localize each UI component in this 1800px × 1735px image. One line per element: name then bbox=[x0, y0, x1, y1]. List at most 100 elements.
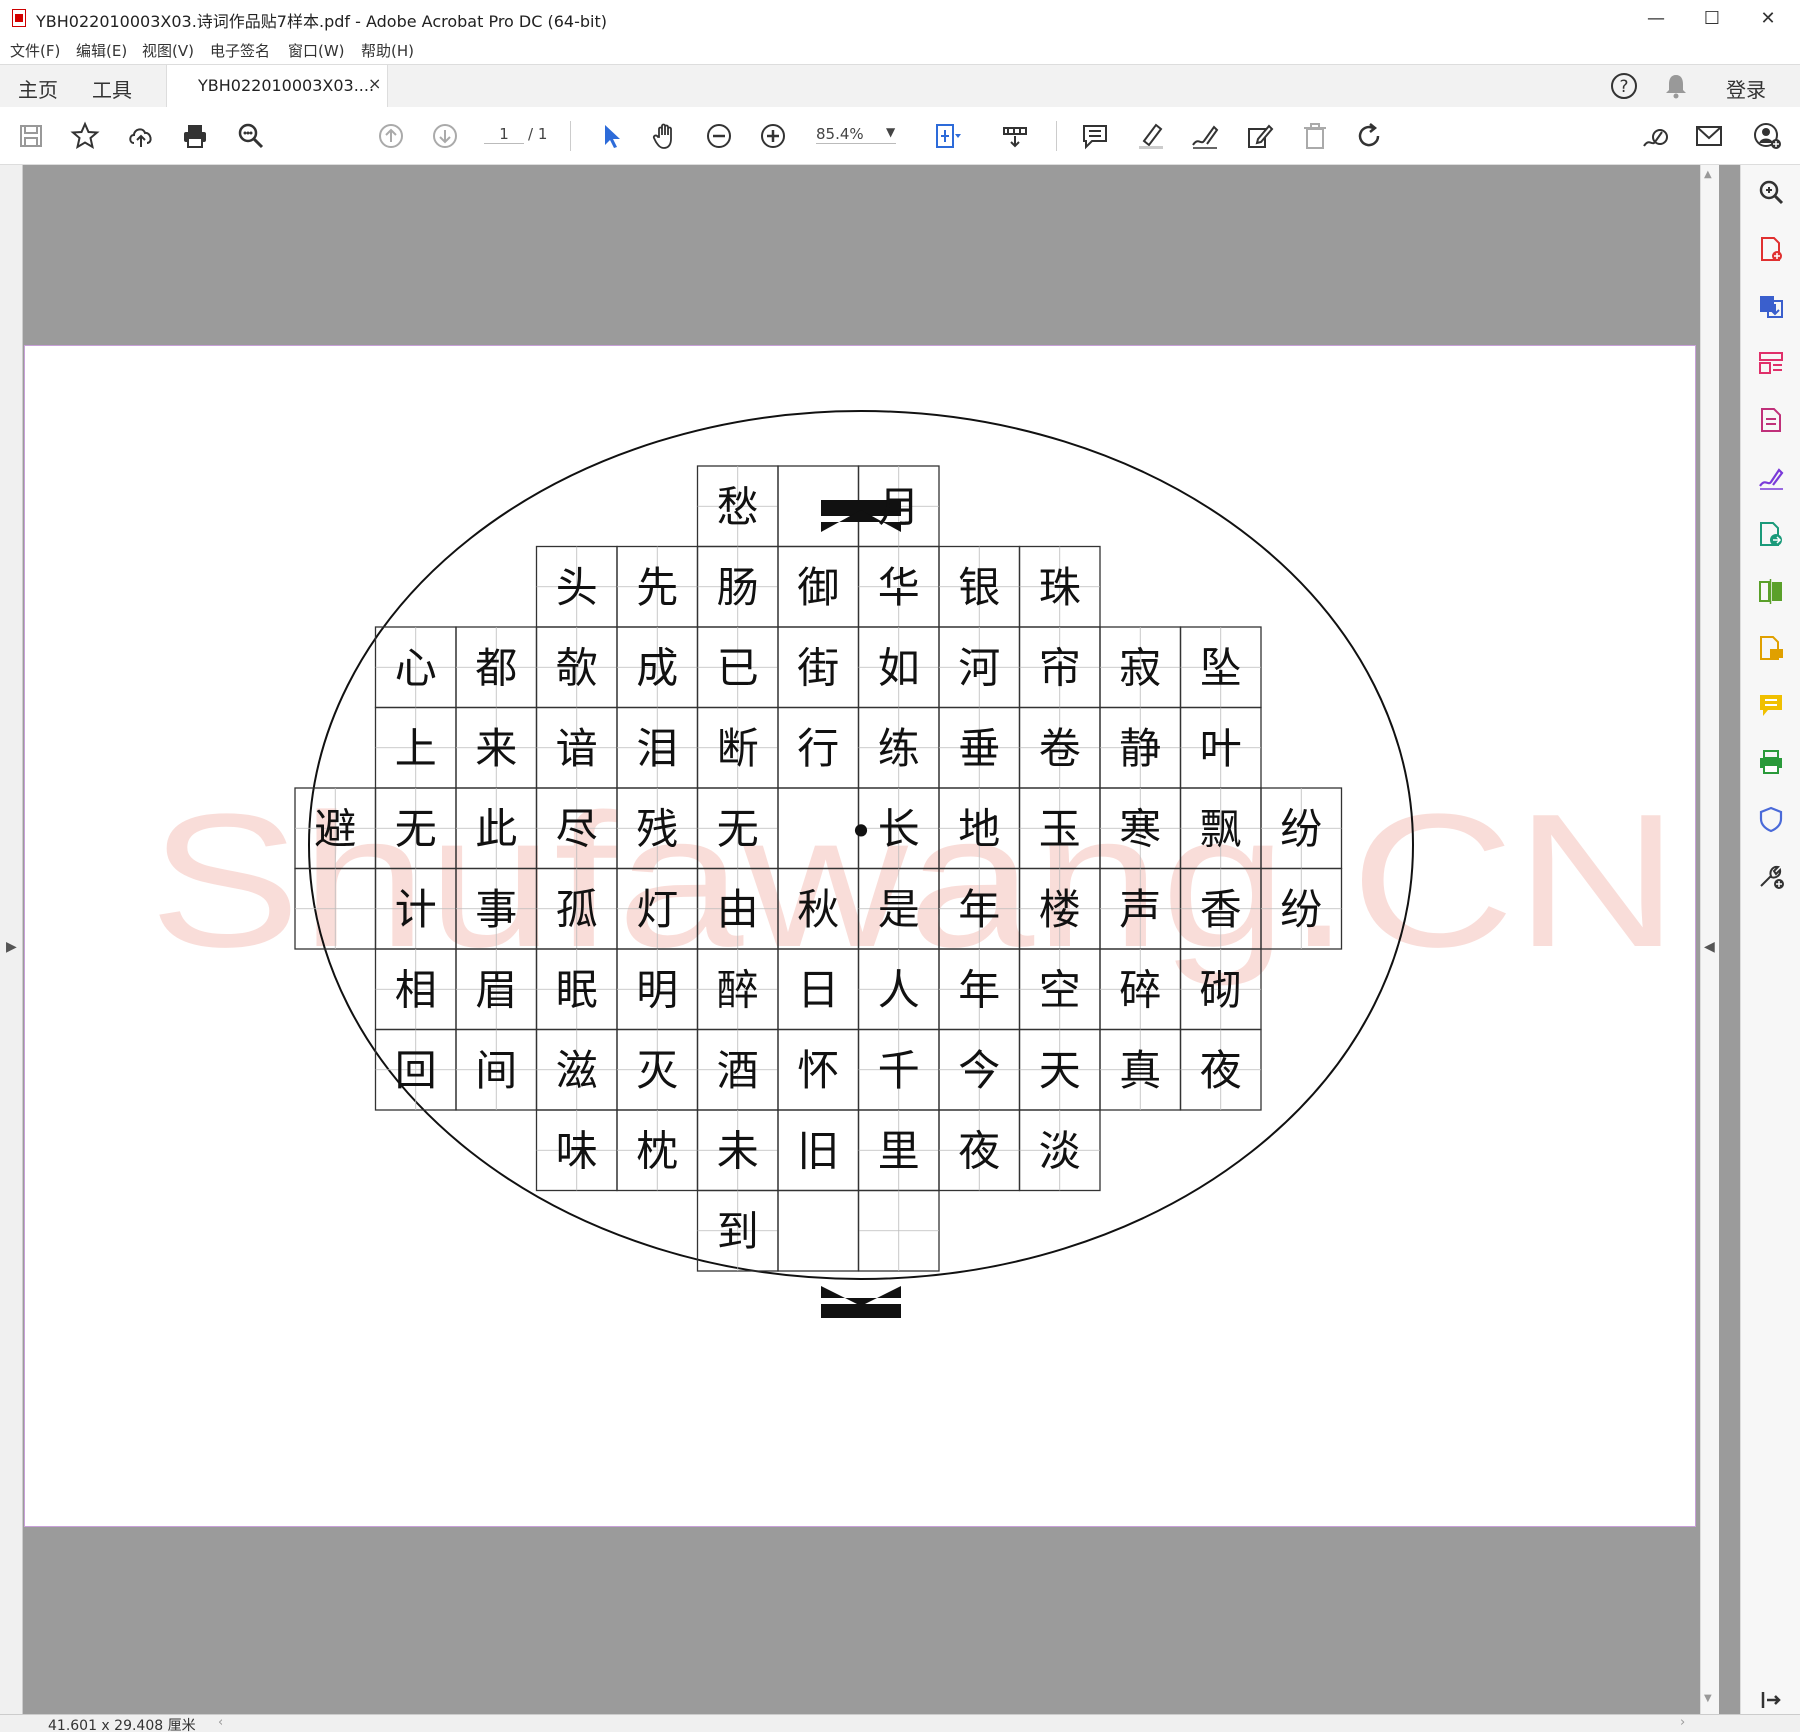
menu-bar: 文件(F) 编辑(E) 视图(V) 电子签名 窗口(W) 帮助(H) bbox=[0, 36, 1800, 64]
poem-character: 坠 bbox=[1200, 643, 1242, 692]
sign-icon[interactable] bbox=[1188, 119, 1222, 153]
chevron-down-icon[interactable]: ▼ bbox=[886, 125, 895, 139]
poem-character: 无 bbox=[717, 804, 759, 853]
close-window-button[interactable]: ✕ bbox=[1740, 0, 1796, 36]
menu-esign[interactable]: 电子签名 bbox=[210, 40, 270, 61]
tab-home[interactable]: 主页 bbox=[18, 74, 58, 103]
minimize-button[interactable]: — bbox=[1628, 0, 1684, 36]
tab-bar: 主页 工具 YBH022010003X03.... × ? 登录 bbox=[0, 64, 1800, 108]
poem-character: 年 bbox=[958, 885, 1000, 934]
export-pdf-icon[interactable] bbox=[1755, 233, 1787, 265]
protect-icon[interactable] bbox=[1755, 803, 1787, 835]
right-tools-panel bbox=[1740, 165, 1800, 1731]
poem-character: 间 bbox=[475, 1046, 517, 1095]
left-panel-strip: ▶ bbox=[0, 165, 23, 1714]
poem-character: 尽 bbox=[556, 804, 598, 853]
zoom-in-icon[interactable] bbox=[756, 119, 790, 153]
organize-icon[interactable] bbox=[1755, 404, 1787, 436]
toolbar-divider bbox=[570, 121, 571, 151]
banner-cap-cell bbox=[777, 1189, 860, 1272]
poem-character: 银 bbox=[958, 563, 1000, 612]
fill-sign-icon[interactable] bbox=[1755, 461, 1787, 493]
poem-character: 无 bbox=[395, 804, 437, 853]
search-panel-icon[interactable] bbox=[1755, 176, 1787, 208]
poem-character: 味 bbox=[556, 1126, 598, 1175]
menu-window[interactable]: 窗口(W) bbox=[288, 40, 345, 61]
menu-file[interactable]: 文件(F) bbox=[10, 40, 60, 61]
poem-character: 此 bbox=[475, 804, 517, 853]
zoom-out-icon[interactable] bbox=[702, 119, 736, 153]
tab-tools[interactable]: 工具 bbox=[92, 74, 132, 103]
document-tab-label: YBH022010003X03.... bbox=[198, 76, 375, 95]
maximize-button[interactable]: ☐ bbox=[1684, 0, 1740, 36]
poem-character: 肠 bbox=[717, 563, 759, 612]
fit-page-icon[interactable] bbox=[930, 119, 964, 153]
close-tab-button[interactable]: × bbox=[368, 74, 381, 93]
poem-character: 来 bbox=[475, 724, 517, 773]
menu-edit[interactable]: 编辑(E) bbox=[76, 40, 127, 61]
rotate-icon[interactable] bbox=[1352, 119, 1386, 153]
combine-icon[interactable] bbox=[1755, 518, 1787, 550]
page-number-input[interactable]: 1 bbox=[484, 125, 524, 144]
menu-help[interactable]: 帮助(H) bbox=[361, 40, 414, 61]
page-down-icon[interactable] bbox=[428, 119, 462, 153]
scroll-right-icon[interactable]: › bbox=[1680, 1715, 1685, 1730]
poem-character: 计 bbox=[395, 885, 437, 934]
cloud-upload-icon[interactable] bbox=[124, 119, 158, 153]
edit-stamp-icon[interactable] bbox=[1242, 119, 1276, 153]
create-pdf-icon[interactable] bbox=[1755, 290, 1787, 322]
poem-character: 帘 bbox=[1039, 643, 1081, 692]
poem-character: 淡 bbox=[1039, 1126, 1081, 1175]
poem-layout: Shufawang.CN 避心上无计相回都来此事眉间头欹谙尽孤眠滋味先成泪残灯明… bbox=[149, 410, 1679, 1318]
poem-character: 成 bbox=[636, 643, 678, 692]
poem-character: 真 bbox=[1119, 1046, 1161, 1095]
poem-character: 砌 bbox=[1200, 965, 1242, 1014]
share-link-icon[interactable] bbox=[1638, 119, 1672, 153]
export-icon[interactable] bbox=[1755, 632, 1787, 664]
save-icon[interactable] bbox=[14, 119, 48, 153]
scroll-left-icon[interactable]: ‹ bbox=[218, 1715, 223, 1730]
poem-character: 练 bbox=[878, 724, 920, 773]
highlight-icon[interactable] bbox=[1134, 119, 1168, 153]
email-icon[interactable] bbox=[1692, 119, 1726, 153]
star-icon[interactable] bbox=[68, 119, 102, 153]
login-button[interactable]: 登录 bbox=[1726, 74, 1766, 103]
poem-character: 明 bbox=[636, 965, 678, 1014]
print-icon[interactable] bbox=[178, 119, 212, 153]
menu-view[interactable]: 视图(V) bbox=[142, 40, 194, 61]
help-icon[interactable]: ? bbox=[1610, 72, 1638, 100]
edit-pdf-icon[interactable] bbox=[1755, 347, 1787, 379]
tools-menu-icon[interactable] bbox=[998, 119, 1032, 153]
poem-character: 飘 bbox=[1200, 804, 1242, 853]
poem-character: 先 bbox=[636, 563, 678, 612]
tab-document[interactable]: YBH022010003X03.... × bbox=[166, 65, 388, 107]
select-arrow-icon[interactable] bbox=[594, 119, 628, 153]
poem-character: 枕 bbox=[636, 1126, 678, 1175]
poem-character: 都 bbox=[475, 643, 517, 692]
hand-icon[interactable] bbox=[648, 119, 682, 153]
poem-character: 碎 bbox=[1119, 965, 1161, 1014]
search-zoom-icon[interactable] bbox=[234, 119, 268, 153]
expand-panel-icon[interactable] bbox=[1755, 1684, 1787, 1716]
pdf-app-icon bbox=[12, 9, 26, 27]
page-up-icon[interactable] bbox=[374, 119, 408, 153]
comment-icon[interactable] bbox=[1078, 119, 1112, 153]
delete-icon[interactable] bbox=[1298, 119, 1332, 153]
compare-icon[interactable] bbox=[1755, 575, 1787, 607]
scroll-down-icon[interactable]: ▼ bbox=[1704, 1693, 1712, 1704]
poem-character: 相 bbox=[395, 965, 437, 1014]
collapse-right-panel-icon[interactable]: ◀ bbox=[1704, 939, 1715, 955]
poem-character: 寒 bbox=[1119, 804, 1161, 853]
zoom-level-select[interactable]: 85.4% bbox=[816, 125, 896, 144]
comment-panel-icon[interactable] bbox=[1755, 689, 1787, 721]
vertical-scrollbar[interactable]: ▲ ◀ ▼ bbox=[1700, 165, 1719, 1714]
bell-icon[interactable] bbox=[1662, 72, 1690, 100]
expand-left-panel-icon[interactable]: ▶ bbox=[6, 939, 17, 955]
poem-character: 灭 bbox=[636, 1046, 678, 1095]
scroll-up-icon[interactable]: ▲ bbox=[1704, 169, 1712, 180]
scan-icon[interactable] bbox=[1755, 746, 1787, 778]
more-tools-icon[interactable] bbox=[1755, 860, 1787, 892]
add-user-icon[interactable] bbox=[1750, 119, 1784, 153]
poem-character: 欹 bbox=[556, 643, 598, 692]
center-dot: • bbox=[849, 807, 874, 856]
